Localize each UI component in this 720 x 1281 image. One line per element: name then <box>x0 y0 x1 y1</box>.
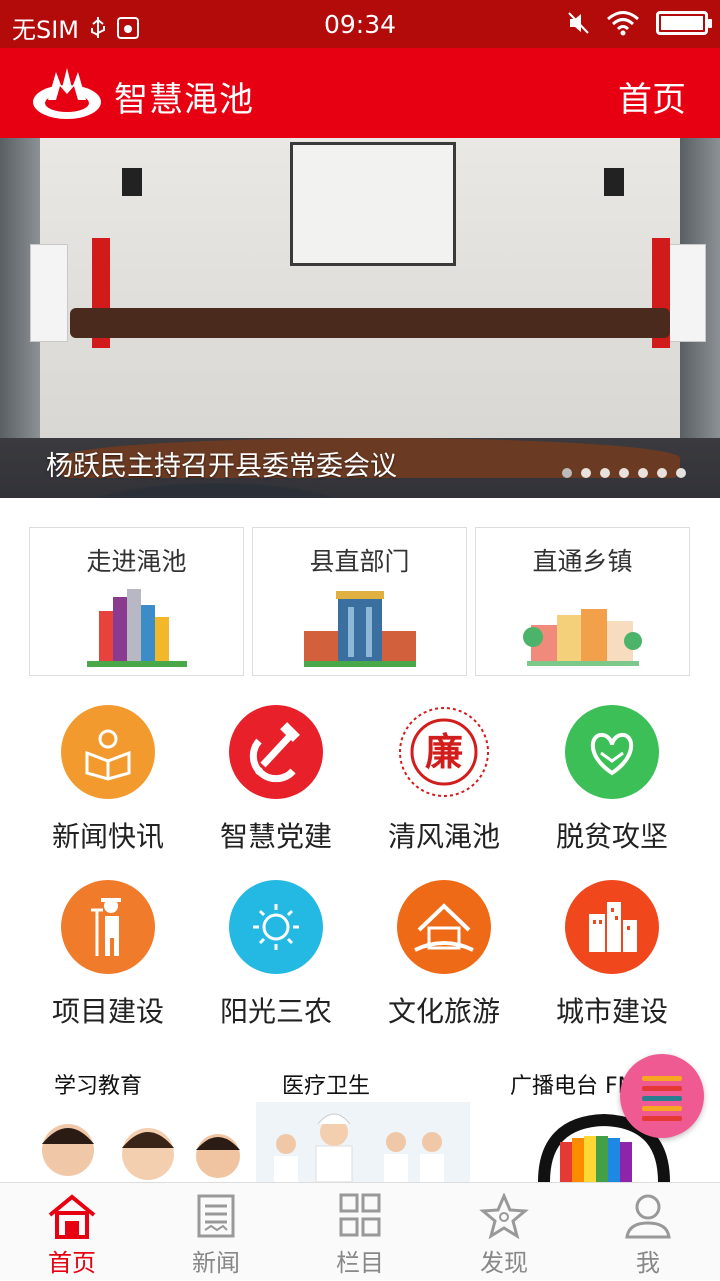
tab-label: 我 <box>636 1249 660 1277</box>
sun-icon <box>229 880 323 974</box>
home-link[interactable]: 首页 <box>618 72 686 121</box>
grid-label: 清风渑池 <box>387 820 500 853</box>
carousel-dot[interactable] <box>676 468 686 478</box>
app-title: 智慧渑池 <box>114 80 254 120</box>
app-logo <box>33 68 101 119</box>
students-photo <box>42 1124 240 1180</box>
tab-news[interactable]: 新闻 <box>144 1183 288 1281</box>
user-icon <box>625 1194 671 1239</box>
service-grid-row-2: 项目建设 阳光三农 文化旅游 城市建设 <box>24 880 696 1040</box>
svg-text:廉: 廉 <box>425 729 463 774</box>
tab-label: 首页 <box>48 1249 96 1277</box>
grid-item-news[interactable]: 新闻快讯 <box>24 705 192 865</box>
tab-label: 发现 <box>480 1249 528 1277</box>
grid-label: 文化旅游 <box>387 995 500 1028</box>
carousel-dot[interactable] <box>619 468 629 478</box>
farmer-icon <box>61 880 155 974</box>
grid-label: 阳光三农 <box>219 995 332 1028</box>
card-title: 走进渑池 <box>86 547 187 576</box>
tab-discover[interactable]: 发现 <box>432 1183 576 1281</box>
battery-icon <box>656 11 712 35</box>
carousel-dot[interactable] <box>638 468 648 478</box>
hammer-sickle-icon <box>229 705 323 799</box>
medical-staff-photo <box>256 1102 470 1182</box>
government-building-illustration <box>303 591 416 667</box>
grid-item-urban[interactable]: 城市建设 <box>528 880 696 1040</box>
city-buildings-illustration <box>86 589 187 667</box>
grid-item-party[interactable]: 智慧党建 <box>192 705 360 865</box>
grid-item-agriculture[interactable]: 阳光三农 <box>192 880 360 1040</box>
banner-carousel[interactable]: 杨跃民主持召开县委常委会议 <box>0 138 720 498</box>
carousel-dots <box>562 468 686 478</box>
card-zhitong-xiangzhen[interactable]: 直通乡镇 <box>475 527 690 676</box>
service-grid-row-1: 新闻快讯 智慧党建 廉 清风渑池 脱贫攻坚 <box>24 705 696 865</box>
app-header: 智慧渑池 首页 <box>0 48 720 138</box>
bottom-tab-bar: 首页 新闻 栏目 发现 我 <box>0 1182 720 1280</box>
grid-label: 智慧党建 <box>219 820 332 853</box>
strip-title: 医疗卫生 <box>282 1074 371 1099</box>
heart-hands-icon <box>565 705 659 799</box>
card-title: 县直部门 <box>309 547 410 576</box>
news-icon <box>197 1194 235 1238</box>
tab-label: 新闻 <box>192 1249 240 1277</box>
town-houses-illustration <box>522 609 642 666</box>
carousel-dot[interactable] <box>562 468 572 478</box>
tab-label: 栏目 <box>336 1249 384 1277</box>
topic-strip: 学习教育 医疗卫生 广播电台 FM <box>28 1058 718 1182</box>
carousel-dot[interactable] <box>581 468 591 478</box>
grid-item-qingfeng[interactable]: 廉 清风渑池 <box>360 705 528 865</box>
discover-star-icon <box>479 1193 529 1239</box>
grid-label: 新闻快讯 <box>51 820 164 853</box>
strip-title: 广播电台 FM <box>510 1074 637 1099</box>
house-icon <box>397 880 491 974</box>
mute-icon <box>568 12 589 34</box>
grid-label: 脱贫攻坚 <box>555 820 668 853</box>
carousel-dot[interactable] <box>657 468 667 478</box>
reading-book-icon <box>61 705 155 799</box>
tab-me[interactable]: 我 <box>576 1183 720 1281</box>
card-xianzhi-bumen[interactable]: 县直部门 <box>252 527 467 676</box>
grid-item-poverty[interactable]: 脱贫攻坚 <box>528 705 696 865</box>
grid-item-projects[interactable]: 项目建设 <box>24 880 192 1040</box>
card-title: 直通乡镇 <box>532 547 633 576</box>
grid-icon <box>339 1193 381 1237</box>
strip-item-education[interactable]: 学习教育 <box>28 1058 242 1182</box>
feature-cards: 走进渑池 县直部门 直通乡镇 <box>29 527 690 676</box>
banner-caption[interactable]: 杨跃民主持召开县委常委会议 <box>46 444 397 483</box>
grid-item-tourism[interactable]: 文化旅游 <box>360 880 528 1040</box>
grid-label: 城市建设 <box>555 995 668 1028</box>
home-icon <box>48 1194 96 1239</box>
card-zoujin-mianchi[interactable]: 走进渑池 <box>29 527 244 676</box>
strip-item-health[interactable]: 医疗卫生 <box>256 1058 470 1182</box>
tab-home[interactable]: 首页 <box>0 1183 144 1281</box>
lian-seal-icon: 廉 <box>397 705 491 799</box>
status-bar: 无SIM 09:34 <box>0 0 720 48</box>
strip-title: 学习教育 <box>54 1074 143 1099</box>
grid-label: 项目建设 <box>51 995 164 1028</box>
city-icon <box>565 880 659 974</box>
wifi-icon <box>607 11 639 36</box>
floating-menu-button[interactable] <box>620 1054 704 1138</box>
carousel-dot[interactable] <box>600 468 610 478</box>
tab-columns[interactable]: 栏目 <box>288 1183 432 1281</box>
status-right <box>568 10 712 36</box>
